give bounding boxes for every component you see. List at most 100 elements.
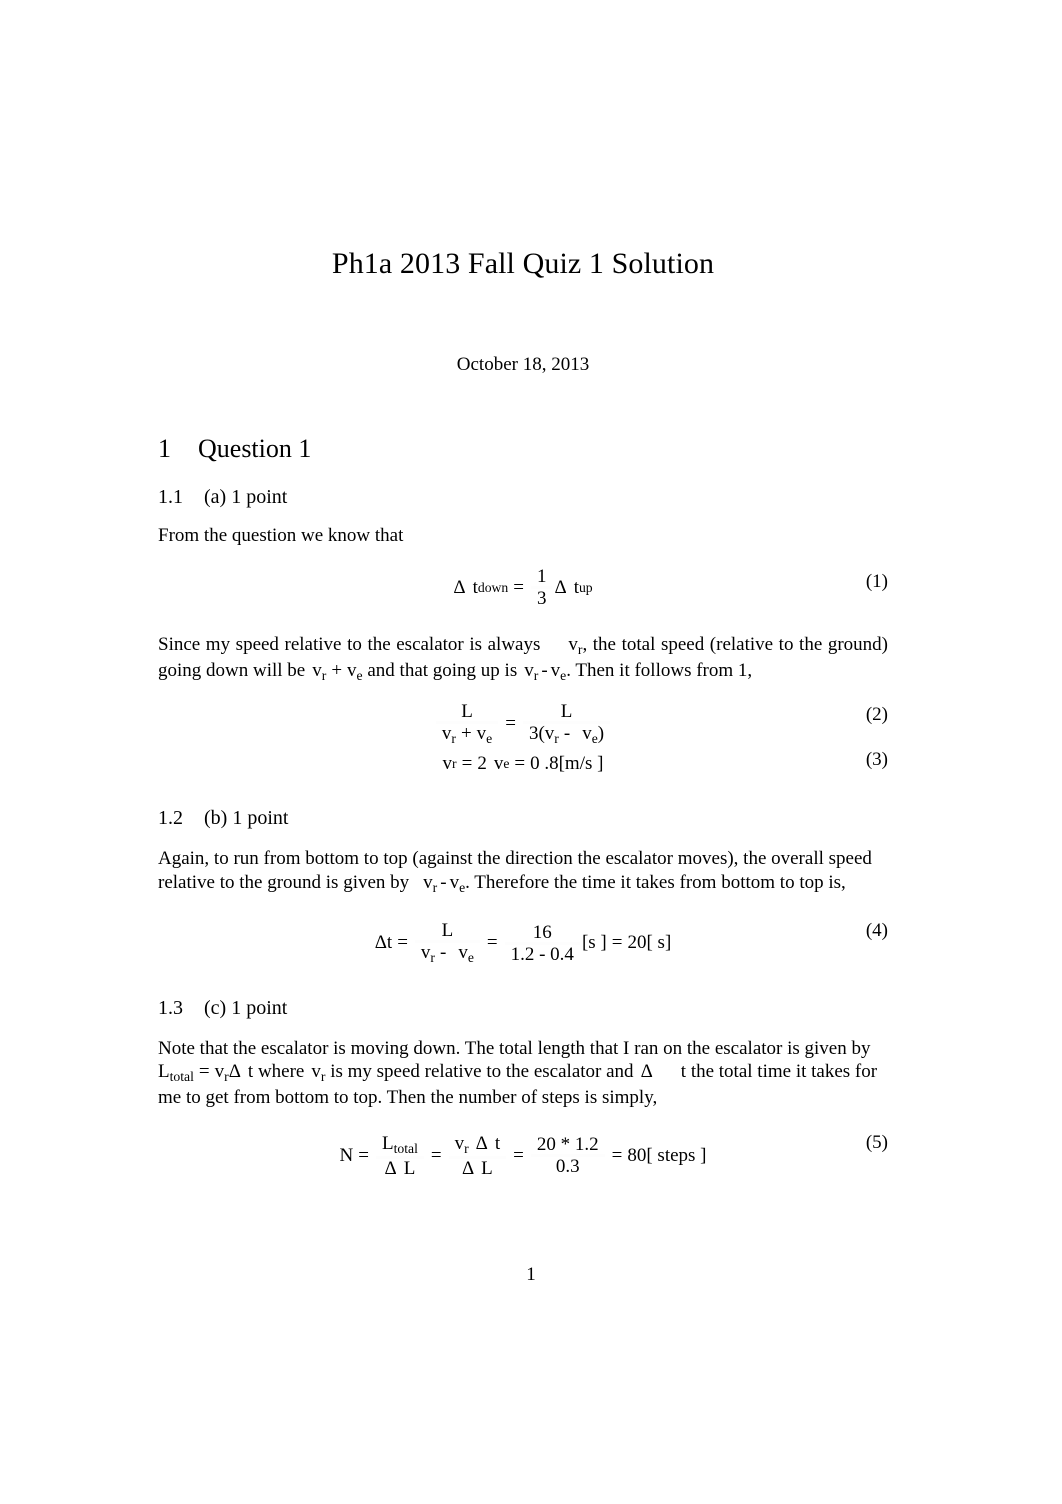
eq4-equals-1: = [397,932,408,954]
eq4-units: [s ] [581,932,607,954]
p11-ve: ve [347,660,363,683]
p11-text-e: . Then it follows from 1, [566,660,753,682]
paragraph-1-2-body: Again, to run from bottom to top (agains… [158,830,888,896]
eq4-left-fraction: L vr - ve [414,921,480,966]
subsection-number: 1.1 [158,486,183,509]
document-date: October 18, 2013 [456,354,590,375]
eq1-delta: Δ [453,576,466,598]
eq1-t-sub: down [477,579,509,595]
eq2-left-numerator: L [461,700,473,722]
eq4-equals-2: = [486,932,498,954]
eq2-left-denominator: vr + ve [441,722,493,746]
p11-vr3: vr [524,660,539,683]
p12-vr: vr [423,871,438,895]
p13-text-d: is my speed relative to the escalator an… [330,1061,634,1083]
equation-5: N = Ltotal ΔL = vrΔt ΔL = 20 * 1.2 0.3 [158,1109,889,1178]
eq4-left-denominator: vr - ve [420,942,474,966]
p11-plus: + [331,660,343,682]
eq3-two: 2 [477,753,487,775]
equation-1: Δt down = 1 3 Δt up (1) [158,547,888,616]
eq5-f3-denominator: 0.3 [555,1156,580,1178]
equation-1-body: Δt down = 1 3 Δt up [158,567,888,608]
p13-text-a: Note that the escalator is moving down. … [158,1037,800,1059]
eq5-f2-numerator: vr Δt [454,1133,501,1157]
page-content: Ph1a 2013 Fall Quiz 1 Solution October 1… [158,0,888,1178]
subsection-heading-1-2: 1.2 (b) 1 point [158,775,888,830]
eq5-result: 80[ steps ] [627,1144,707,1166]
p13-t2: t [680,1061,687,1083]
eq3-equals-2: = [514,753,526,775]
equation-4: Δt = L vr - ve = 16 1.2 - 0.4 [s ] = 20[ s… [158,896,888,965]
p13-equals: = [198,1061,210,1083]
equation-4-number: (4) [865,919,888,941]
equation-3: vr = 2ve = 0 .8[m/s ] (3) [158,745,888,775]
p11-text-b: , the total speed (relative to the [582,634,823,656]
p13-text-c: where [257,1061,305,1083]
subsection-heading-1-3: 1.3 (c) 1 point [158,965,888,1020]
equation-3-number: (3) [865,749,888,771]
eq1-frac-numerator: 1 [536,566,547,588]
paragraph-1-1-body: Since my speed relative to the escalator… [158,616,888,684]
eq5-fraction-2: vr Δt ΔL [448,1133,507,1179]
p13-Ltotal: Ltotal [158,1061,194,1085]
p12-minus: - [440,871,447,893]
subsection-title-1-2: (b) 1 point [204,807,289,830]
p12-text-a: Again, to run from bottom to top (agains… [158,848,824,870]
equation-1-number: (1) [865,570,888,592]
equation-5-body: N = Ltotal ΔL = vrΔt ΔL = 20 * 1.2 0.3 [158,1134,888,1178]
eq5-f2-denominator: ΔL [461,1157,493,1179]
section-number: 1 [158,434,171,463]
paragraph-1-3-body: Note that the escalator is moving down. … [158,1020,888,1109]
eq5-N: N [339,1144,354,1166]
p11-vr2: vr [312,660,327,683]
eq4-right-denominator: 1.2 - 0.4 [510,943,574,965]
equation-2-body: L vr + ve = L 3(vr - ve) [158,702,888,746]
p12-text-c: . Therefore the time it takes from botto… [465,871,776,893]
document-title: Ph1a 2013 Fall Quiz 1 Solution [331,247,715,280]
eq5-fraction-3: 20 * 1.2 0.3 [530,1134,605,1178]
subsection-number-1-3: 1.3 [158,996,183,1019]
p13-delta-t: Δt [228,1061,254,1083]
eq4-result: 20[ s] [627,932,672,954]
eq5-f1-numerator: Ltotal [381,1133,418,1157]
equation-2: L vr + ve = L 3(vr - ve) (2) [158,685,888,746]
p11-ve2: ve [550,660,567,683]
eq2-equals: = [505,712,516,734]
p11-minus: - [541,660,548,682]
eq5-equals-2: = [430,1144,442,1166]
equation-5-number: (5) [865,1132,888,1154]
eq5-f3-numerator: 20 * 1.2 [536,1134,599,1156]
equation-4-body: Δt = L vr - ve = 16 1.2 - 0.4 [s ] = 20[ s… [158,921,888,965]
p12-ve: ve [449,871,466,895]
subsection-title: (a) 1 point [204,486,288,509]
eq2-right-fraction: L 3(vr - ve) [522,700,611,746]
paragraph-1-1-intro: From the question we know that [158,525,404,547]
eq3-v: v [442,753,453,775]
eq1-rhs-t-sub: up [578,579,593,595]
eq3-value: 0 .8[m/s ] [530,753,604,775]
p11-vr: vr [568,634,583,658]
page-number: 1 [526,1264,536,1285]
eq2-left-fraction: L vr + ve [435,700,499,746]
eq3-ve: v [493,753,504,775]
p13-vr2: vr [311,1061,326,1085]
eq4-delta: Δ [374,932,387,954]
eq2-right-numerator: L [560,700,573,722]
p11-text-a: Since my speed relative to the escalator… [158,634,541,656]
eq5-equals-4: = [611,1144,623,1166]
eq4-equals-3: = [611,932,623,954]
eq5-equals-1: = [358,1144,369,1166]
subsection-heading-1-1: 1.1 (a) 1 point [158,463,888,509]
eq2-right-denominator: 3(vr - ve) [528,722,605,746]
section-heading-1: 1 Question 1 [158,376,888,463]
p13-delta2: Δ [640,1061,653,1083]
eq1-rhs-delta: Δ [554,576,567,598]
eq4-right-numerator: 16 [532,921,552,943]
equation-2-number: (2) [865,704,888,726]
subsection-number-1-2: 1.2 [158,807,183,830]
eq1-fraction: 1 3 [530,566,553,608]
p12-text-d: to top is, [779,871,846,893]
eq4-right-fraction: 16 1.2 - 0.4 [504,921,580,965]
p13-vr: vr [214,1061,229,1085]
eq5-f1-denominator: ΔL [384,1157,416,1179]
